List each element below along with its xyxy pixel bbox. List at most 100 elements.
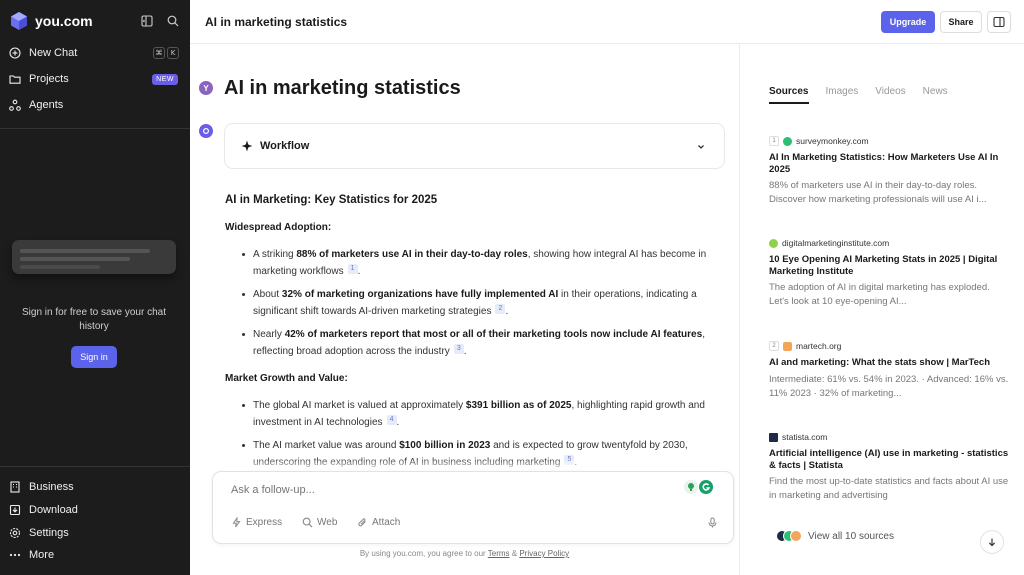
- scroll-fade: [190, 458, 739, 472]
- workflow-icon: [241, 140, 253, 152]
- sidebar-divider: [0, 128, 190, 129]
- user-avatar: Y: [199, 81, 213, 95]
- signin-prompt: Sign in for free to save your chat histo…: [22, 307, 166, 332]
- terms-text: By using you.com, you agree to our: [359, 549, 488, 558]
- sidebar-item-agents[interactable]: Agents: [9, 94, 181, 116]
- list-item: A striking 88% of marketers use AI in th…: [242, 246, 725, 280]
- sidebar-item-projects[interactable]: Projects NEW: [9, 68, 181, 90]
- toggle-panel-button[interactable]: [987, 11, 1011, 33]
- source-favicons-icon: [776, 530, 802, 542]
- citation-badge[interactable]: 2: [495, 304, 506, 314]
- martech-favicon-icon: [783, 341, 792, 351]
- source-card[interactable]: digitalmarketinginstitute.com 10 Eye Ope…: [769, 237, 1009, 309]
- terms-link[interactable]: Terms: [488, 549, 510, 558]
- source-description: Intermediate: 61% vs. 54% in 2023. · Adv…: [769, 373, 1009, 399]
- bullet-end: .: [463, 346, 467, 357]
- grammar-check-icon[interactable]: [699, 480, 713, 494]
- source-card[interactable]: 1 surveymonkey.com AI In Marketing Stati…: [769, 135, 1009, 207]
- bullet-end: .: [505, 306, 509, 317]
- sidebar-item-more[interactable]: More: [9, 544, 181, 566]
- source-domain: digitalmarketinginstitute.com: [782, 238, 890, 248]
- bullet-bold: 88% of marketers use AI in their day-to-…: [296, 249, 528, 260]
- new-chat-button[interactable]: New Chat ⌘ K: [9, 42, 181, 64]
- agents-label: Agents: [29, 99, 64, 111]
- lightning-icon: [231, 517, 242, 528]
- attach-button[interactable]: Attach: [357, 517, 400, 528]
- source-description: Find the most up-to-date statistics and …: [769, 476, 1009, 501]
- share-button[interactable]: Share: [940, 11, 982, 33]
- sign-in-button[interactable]: Sign in: [71, 346, 117, 368]
- citation-badge[interactable]: 1: [347, 264, 358, 274]
- bullet-bold: 42% of marketers report that most or all…: [284, 329, 703, 340]
- follow-up-composer: Express Web Attach: [212, 471, 734, 544]
- search-icon[interactable]: [167, 15, 179, 27]
- gear-icon: [9, 527, 21, 539]
- scroll-down-button[interactable]: [980, 530, 1004, 554]
- download-icon: [9, 504, 21, 516]
- logo[interactable]: you.com: [9, 11, 93, 31]
- new-chat-label: New Chat: [29, 47, 78, 59]
- cmd-key: ⌘: [153, 47, 165, 59]
- k-key: K: [167, 47, 179, 59]
- terms-amp: &: [509, 549, 520, 558]
- source-card[interactable]: 2 martech.org AI and marketing: What the…: [769, 340, 1009, 401]
- tab-videos[interactable]: Videos: [875, 86, 905, 97]
- source-domain: surveymonkey.com: [796, 136, 869, 146]
- projects-label: Projects: [29, 73, 69, 85]
- tab-images[interactable]: Images: [825, 86, 858, 97]
- source-number: 2: [769, 341, 779, 351]
- web-label: Web: [317, 517, 338, 528]
- paperclip-icon: [357, 517, 368, 528]
- more-label: More: [29, 549, 55, 561]
- privacy-policy-link[interactable]: Privacy Policy: [519, 549, 569, 558]
- terms-notice: By using you.com, you agree to our Terms…: [190, 549, 739, 558]
- business-label: Business: [29, 481, 74, 493]
- question-title: AI in marketing statistics: [224, 77, 461, 99]
- citation-badge[interactable]: 3: [453, 344, 464, 354]
- view-all-sources-button[interactable]: View all 10 sources: [776, 530, 894, 542]
- logo-text: you.com: [35, 13, 93, 29]
- workflow-label: Workflow: [260, 140, 310, 152]
- bullet-text: The AI market value was around: [253, 440, 400, 451]
- dmi-favicon-icon: [769, 238, 778, 248]
- section-heading: Widespread Adoption:: [225, 222, 332, 233]
- source-card[interactable]: statista.com Artificial intelligence (AI…: [769, 431, 1009, 503]
- tab-sources[interactable]: Sources: [769, 86, 808, 97]
- top-bar: AI in marketing statistics Upgrade Share: [190, 0, 1024, 44]
- bullet-end: .: [396, 417, 400, 428]
- agents-icon: [9, 99, 21, 111]
- source-title: Artificial intelligence (AI) use in mark…: [769, 448, 1009, 471]
- upgrade-button[interactable]: Upgrade: [881, 11, 935, 33]
- sources-tabs: Sources Images Videos News: [769, 86, 948, 97]
- tab-news[interactable]: News: [923, 86, 948, 97]
- active-tab-indicator: [769, 102, 809, 104]
- citation-badge[interactable]: 4: [386, 415, 397, 425]
- source-domain: statista.com: [782, 432, 828, 442]
- list-item: Nearly 42% of marketers report that most…: [242, 326, 725, 360]
- source-description: 88% of marketers use AI in their day-to-…: [769, 180, 987, 205]
- list-item: The global AI market is valued at approx…: [242, 397, 725, 431]
- sidebar: you.com New Chat ⌘ K Projects NEW Agents…: [0, 0, 190, 575]
- sidebar-item-business[interactable]: Business: [9, 476, 181, 498]
- sidebar-item-download[interactable]: Download: [9, 499, 181, 521]
- assistant-bulb-icon[interactable]: [684, 480, 698, 494]
- section-heading: Market Growth and Value:: [225, 373, 348, 384]
- folder-icon: [9, 73, 21, 85]
- follow-up-input[interactable]: [231, 484, 651, 496]
- express-mode-button[interactable]: Express: [231, 517, 282, 528]
- web-mode-button[interactable]: Web: [302, 517, 337, 528]
- list-item: About 32% of marketing organizations hav…: [242, 286, 725, 320]
- chevron-down-icon[interactable]: [696, 142, 706, 152]
- bullet-bold: $100 billion in 2023: [399, 440, 491, 451]
- statista-favicon-icon: [769, 432, 778, 442]
- search-icon: [302, 517, 313, 528]
- collapse-sidebar-icon[interactable]: [141, 15, 153, 27]
- source-domain: martech.org: [796, 341, 842, 351]
- answer-heading: AI in Marketing: Key Statistics for 2025: [225, 194, 438, 206]
- microphone-icon[interactable]: [707, 517, 718, 528]
- bullet-bold: 32% of marketing organizations have full…: [281, 289, 559, 300]
- bullet-bold: $391 billion as of 2025: [465, 400, 572, 411]
- sidebar-item-settings[interactable]: Settings: [9, 522, 181, 544]
- workflow-panel[interactable]: Workflow: [224, 123, 725, 169]
- bullet-text: A striking: [253, 249, 297, 260]
